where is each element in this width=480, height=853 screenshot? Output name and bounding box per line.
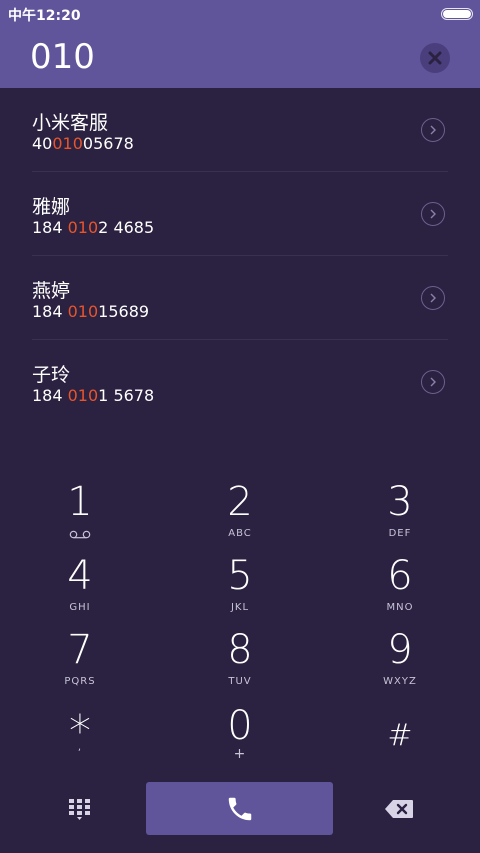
- key-7[interactable]: 7 PQRS: [20, 628, 140, 702]
- contact-detail-button[interactable]: [421, 118, 445, 142]
- key-digit: 4: [67, 553, 93, 599]
- contact-suggestion[interactable]: 燕婷 184 01015689: [0, 256, 480, 340]
- key-letters: +: [233, 746, 247, 762]
- key-0[interactable]: 0 +: [180, 704, 300, 778]
- key-letters: MNO: [386, 602, 414, 613]
- key-9[interactable]: 9 WXYZ: [340, 628, 460, 702]
- key-letters: ABC: [228, 528, 252, 539]
- contact-suggestion[interactable]: 雅娜 184 0102 4685: [0, 172, 480, 256]
- chevron-right-icon: [430, 209, 436, 219]
- key-digit: #: [387, 718, 413, 753]
- contact-name: 雅娜: [32, 196, 71, 218]
- battery-icon: [441, 8, 473, 20]
- key-star[interactable]: * ,: [20, 704, 140, 778]
- chevron-right-icon: [430, 293, 436, 303]
- number-match-highlight: 010: [52, 134, 83, 153]
- contact-number: 4001005678: [32, 134, 134, 153]
- chevron-right-icon: [430, 377, 436, 387]
- key-digit: 5: [227, 553, 253, 599]
- contact-number: 184 01015689: [32, 302, 150, 321]
- status-time: 中午12:20: [8, 8, 81, 24]
- key-hash[interactable]: #: [340, 704, 460, 778]
- key-letters: ,: [77, 742, 83, 753]
- contact-suggestion[interactable]: 子玲 184 0101 5678: [0, 340, 480, 424]
- backspace-icon: [385, 800, 413, 818]
- key-digit: 8: [227, 627, 253, 673]
- number-match-highlight: 010: [67, 218, 99, 237]
- contact-name: 燕婷: [32, 280, 71, 302]
- bottom-bar: [0, 782, 480, 836]
- key-digit: 1: [67, 479, 93, 525]
- key-letters: JKL: [230, 602, 250, 613]
- key-2[interactable]: 2 ABC: [180, 480, 300, 554]
- clear-button[interactable]: [420, 43, 450, 73]
- key-digit: 2: [227, 479, 253, 525]
- dialed-number: 010: [30, 37, 95, 77]
- key-6[interactable]: 6 MNO: [340, 554, 460, 628]
- chevron-right-icon: [430, 125, 436, 135]
- keypad-toggle-button[interactable]: [64, 794, 96, 826]
- phone-icon: [228, 797, 251, 820]
- key-1[interactable]: 1: [20, 480, 140, 554]
- keypad-grid-icon: [69, 799, 90, 820]
- key-3[interactable]: 3 DEF: [340, 480, 460, 554]
- close-icon: [428, 51, 442, 65]
- key-letters: TUV: [228, 676, 252, 687]
- key-letters: GHI: [69, 602, 91, 613]
- contact-suggestions: 小米客服 4001005678 雅娜 184 0102 4685 燕婷 184 …: [0, 88, 480, 428]
- call-button[interactable]: [146, 782, 333, 835]
- key-digit: 6: [387, 553, 413, 599]
- contact-number: 184 0101 5678: [32, 386, 155, 405]
- dial-header: 010: [0, 28, 480, 88]
- key-digit: 9: [387, 627, 413, 673]
- key-4[interactable]: 4 GHI: [20, 554, 140, 628]
- contact-detail-button[interactable]: [421, 202, 445, 226]
- key-digit: 7: [67, 627, 93, 673]
- dialpad: 1 2 ABC 3 DEF 4 GHI 5 JKL 6 MNO 7 PQRS 8…: [0, 470, 480, 770]
- contact-number: 184 0102 4685: [32, 218, 155, 237]
- contact-suggestion[interactable]: 小米客服 4001005678: [0, 88, 480, 172]
- status-bar: 中午12:20: [0, 0, 480, 28]
- number-match-highlight: 010: [67, 386, 99, 405]
- contact-name: 子玲: [32, 364, 71, 386]
- key-letters: WXYZ: [383, 676, 417, 687]
- key-letters: DEF: [388, 528, 412, 539]
- contact-detail-button[interactable]: [421, 370, 445, 394]
- contact-detail-button[interactable]: [421, 286, 445, 310]
- key-5[interactable]: 5 JKL: [180, 554, 300, 628]
- key-8[interactable]: 8 TUV: [180, 628, 300, 702]
- number-match-highlight: 010: [67, 302, 99, 321]
- key-digit: 3: [387, 479, 413, 525]
- backspace-button[interactable]: [382, 796, 416, 822]
- voicemail-icon: [69, 530, 91, 539]
- contact-name: 小米客服: [32, 112, 109, 134]
- key-letters: PQRS: [64, 676, 96, 687]
- key-digit: 0: [227, 703, 253, 749]
